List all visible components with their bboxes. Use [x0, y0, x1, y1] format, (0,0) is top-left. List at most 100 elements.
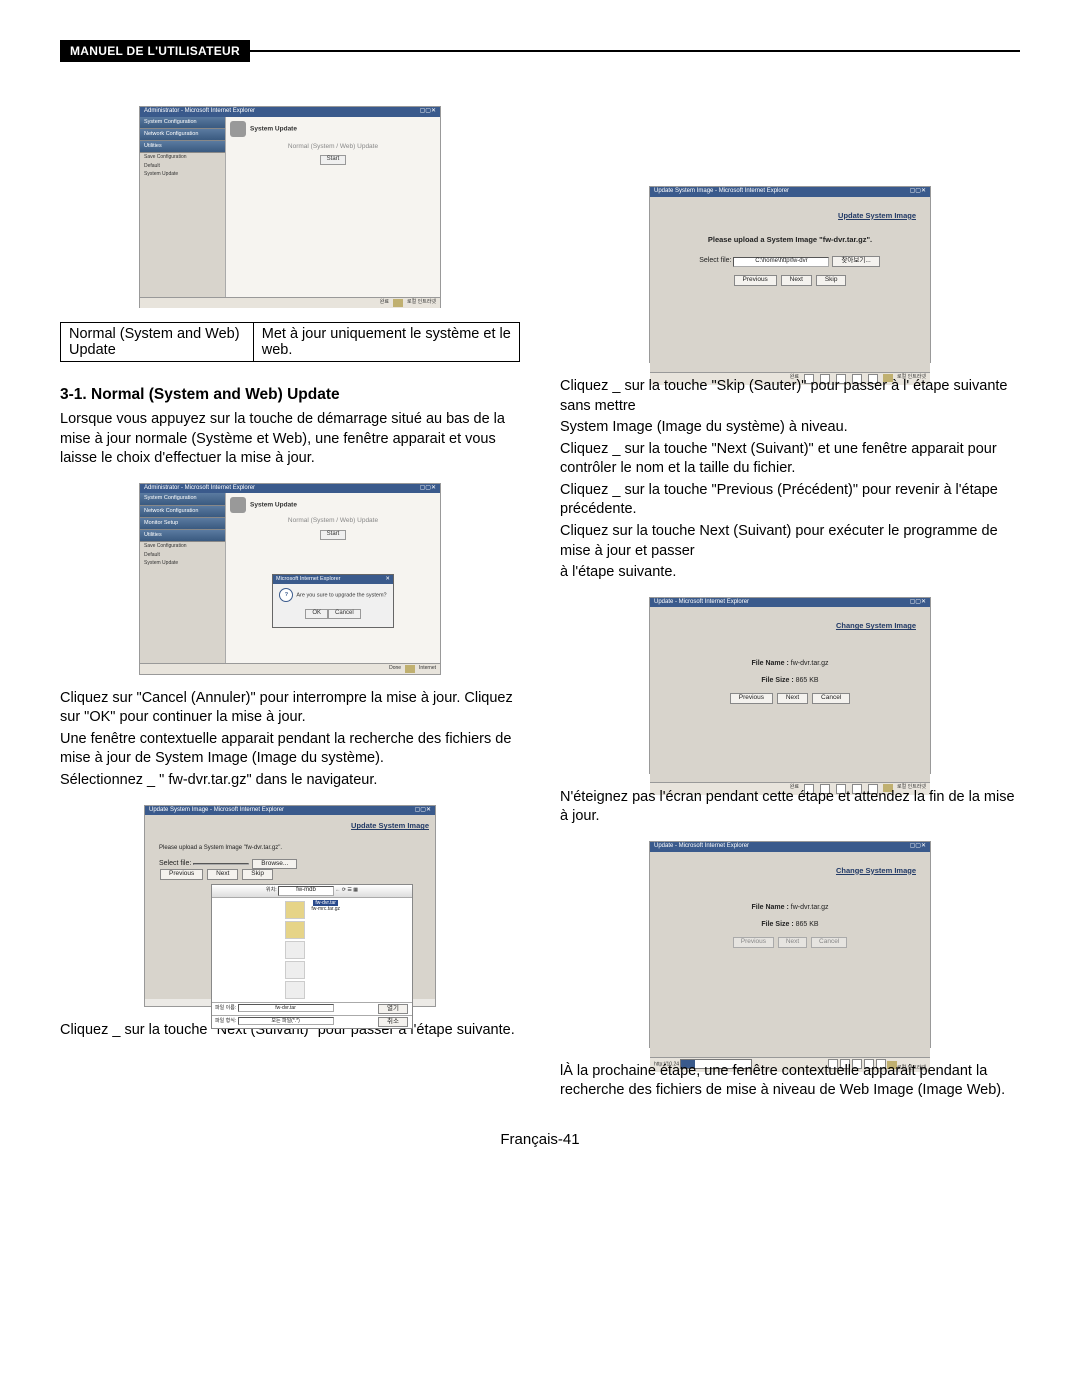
field-label: Select file:	[159, 860, 191, 867]
sidebar-item[interactable]: Utilities	[140, 530, 225, 542]
start-button[interactable]: Start	[320, 155, 347, 165]
file-size-value: 865 KB	[796, 677, 819, 684]
file-size-value: 865 KB	[796, 921, 819, 928]
file-input[interactable]	[193, 863, 249, 865]
screenshot-confirm-popup: Administrator - Microsoft Internet Explo…	[139, 483, 441, 675]
sidebar-subitem[interactable]: Save Configuration	[140, 153, 225, 162]
body-text: Cliquez _ sur la touche "Next (Suivant)"…	[560, 440, 1020, 479]
next-button[interactable]: Next	[207, 869, 238, 879]
gear-icon	[230, 121, 246, 137]
browse-button[interactable]: 찾아보기...	[832, 256, 879, 266]
filename-input[interactable]: fw-dvr.tar	[238, 1004, 334, 1013]
file-item[interactable]: fw-mrc.tar.gz	[311, 906, 340, 912]
start-button[interactable]: Start	[320, 530, 347, 540]
toolbar-icons[interactable]: ← ⟳ ☰ ▦	[335, 887, 358, 893]
body-text: à l'étape suivante.	[560, 563, 1020, 583]
header-bar: MANUEL DE L'UTILISATEUR	[60, 40, 1020, 62]
panel-subtext: Normal (System / Web) Update	[230, 143, 436, 151]
body-text: lÀ la prochaine étape, une fenêtre conte…	[560, 1062, 1020, 1101]
file-input[interactable]: C:\home\http\fw-dvr	[733, 257, 829, 267]
window-controls-icon: ▢▢✕	[420, 485, 436, 493]
file-chooser-dialog: 위치: fw-mdb ← ⟳ ☰ ▦ fw-dvr.tar	[211, 884, 413, 1030]
sidebar-item[interactable]: Monitor Setup	[140, 518, 225, 530]
sidebar-subitem[interactable]: System Update	[140, 559, 225, 568]
screenshot-upload-dialog: Update System Image - Microsoft Internet…	[649, 186, 931, 363]
zone-icon	[405, 665, 415, 673]
window-title: Administrator - Microsoft Internet Explo…	[144, 108, 255, 116]
info-table: Normal (System and Web) Update Met à jou…	[60, 322, 520, 362]
panel-heading: System Update	[250, 126, 297, 133]
sidebar-item[interactable]: Network Configuration	[140, 506, 225, 518]
field-label: File Size :	[761, 921, 793, 928]
status-done: Done	[389, 665, 401, 673]
skip-button[interactable]: Skip	[242, 869, 273, 879]
field-label: 파일 이름:	[215, 1005, 236, 1011]
sidebar-item[interactable]: System Configuration	[140, 493, 225, 505]
body-text: Cliquez sur "Cancel (Annuler)" pour inte…	[60, 689, 520, 728]
sidebar-subitem[interactable]: System Update	[140, 170, 225, 179]
status-zone: Internet	[419, 665, 436, 673]
ok-button[interactable]: OK	[305, 609, 328, 619]
left-column: Administrator - Microsoft Internet Explo…	[60, 92, 520, 1103]
body-text: N'éteignez pas l'écran pendant cette éta…	[560, 788, 1020, 827]
window-title: Update - Microsoft Internet Explorer	[654, 843, 749, 851]
window-controls-icon: ▢▢✕	[415, 807, 431, 815]
sidebar-item[interactable]: Network Configuration	[140, 129, 225, 141]
header-link[interactable]: Update System Image	[664, 211, 916, 221]
sidebar-item[interactable]: Utilities	[140, 141, 225, 153]
cancel-button[interactable]: Cancel	[328, 609, 361, 619]
sidebar-subitem[interactable]: Save Configuration	[140, 542, 225, 551]
sidebar-subitem[interactable]: Default	[140, 551, 225, 560]
previous-button[interactable]: Previous	[734, 275, 777, 285]
field-label: 파일 형식:	[215, 1018, 236, 1024]
desktop-icon[interactable]	[285, 941, 305, 959]
previous-button[interactable]: Previous	[160, 869, 203, 879]
window-title: Update System Image - Microsoft Internet…	[149, 807, 284, 815]
right-column: Update System Image - Microsoft Internet…	[560, 92, 1020, 1103]
cancel-button[interactable]: Cancel	[812, 693, 850, 703]
body-text: Une fenêtre contextuelle apparait pendan…	[60, 730, 520, 769]
body-text: Sélectionnez _ " fw-dvr.tar.gz" dans le …	[60, 771, 520, 791]
selected-file[interactable]: fw-dvr.tar	[313, 900, 338, 906]
browse-button[interactable]: Browse...	[252, 859, 297, 869]
cancel-button-disabled: Cancel	[811, 937, 847, 947]
manual-header-tag: MANUEL DE L'UTILISATEUR	[60, 40, 250, 62]
confirm-dialog: Microsoft Internet Explorer✕ ?Are you su…	[272, 574, 394, 628]
mycomputer-icon[interactable]	[285, 961, 305, 979]
open-button[interactable]: 열기	[378, 1004, 408, 1014]
next-button[interactable]: Next	[777, 693, 808, 703]
status-zone: 로컬 인트라넷	[407, 299, 436, 307]
window-controls-icon: ▢▢✕	[910, 843, 926, 851]
section-heading: 3-1. Normal (System and Web) Update	[60, 386, 520, 404]
header-link[interactable]: Change System Image	[664, 621, 916, 631]
window-controls-icon: ▢▢✕	[910, 599, 926, 607]
close-icon[interactable]: ✕	[385, 576, 390, 583]
dialog-text: Are you sure to upgrade the system?	[296, 592, 386, 598]
skip-button[interactable]: Skip	[816, 275, 847, 285]
window-title: Update System Image - Microsoft Internet…	[654, 188, 789, 196]
previous-button[interactable]: Previous	[730, 693, 773, 703]
header-rule	[250, 50, 1020, 52]
panel-heading: System Update	[250, 502, 297, 509]
fb-location-input[interactable]: fw-mdb	[278, 886, 334, 896]
body-text: Lorsque vous appuyez sur la touche de dé…	[60, 410, 520, 469]
window-title: Update - Microsoft Internet Explorer	[654, 599, 749, 607]
sidebar-subitem[interactable]: Default	[140, 162, 225, 171]
filetype-input[interactable]: 모든 파일(*.*)	[238, 1017, 334, 1026]
body-text: Cliquez _ sur la touche "Previous (Précé…	[560, 481, 1020, 520]
network-icon[interactable]	[285, 981, 305, 999]
field-label: File Name :	[751, 660, 788, 667]
status-bar: 완료 로컬 인트라넷	[140, 297, 440, 308]
table-cell: Normal (System and Web) Update	[61, 323, 254, 362]
status-done: 완료	[380, 299, 389, 307]
window-titlebar: Administrator - Microsoft Internet Explo…	[140, 107, 440, 117]
panel-subtext: Normal (System / Web) Update	[230, 517, 436, 525]
next-button-disabled: Next	[778, 937, 807, 947]
sidebar-item[interactable]: System Configuration	[140, 117, 225, 129]
folder-icon[interactable]	[285, 901, 305, 919]
folder-icon[interactable]	[285, 921, 305, 939]
cancel-button[interactable]: 취소	[378, 1017, 408, 1027]
header-link[interactable]: Change System Image	[664, 866, 916, 876]
next-button[interactable]: Next	[781, 275, 812, 285]
header-link[interactable]: Update System Image	[151, 821, 429, 831]
